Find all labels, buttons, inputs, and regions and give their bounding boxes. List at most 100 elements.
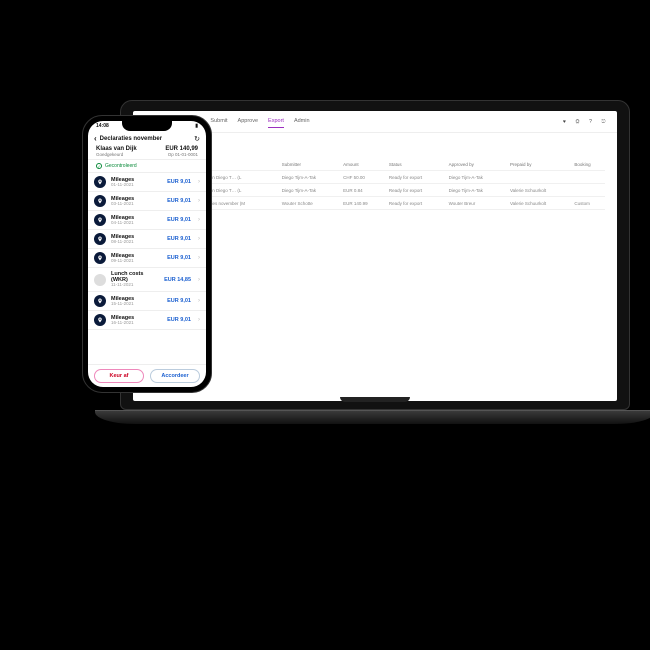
item-amount: EUR 9,01 xyxy=(167,298,191,304)
item-texts: Mileages 01-11-2021 xyxy=(111,177,162,188)
location-pin-icon xyxy=(94,214,106,226)
item-texts: Mileages 08-11-2021 xyxy=(111,234,162,245)
controlled-label: Gecontroleerd xyxy=(105,163,137,169)
col-status[interactable]: Status xyxy=(387,158,447,171)
col-approved[interactable]: Approved by xyxy=(447,158,508,171)
list-item[interactable]: Mileages 08-11-2021 EUR 9,01 › xyxy=(88,230,206,249)
col-prepaid[interactable]: Prepaid by xyxy=(508,158,572,171)
reject-button[interactable]: Keur af xyxy=(94,369,144,383)
phone-notch xyxy=(122,121,172,131)
item-date: 01-11-2021 xyxy=(111,183,162,188)
chevron-right-icon: › xyxy=(198,317,200,323)
total-date: Op 01-01-0001 xyxy=(165,152,198,157)
list-item[interactable]: Mileages 01-11-2021 EUR 9,01 › xyxy=(88,173,206,192)
cell-status: Ready for export xyxy=(387,197,447,210)
selection-summary: 0 selected Select all 3 xyxy=(145,214,605,219)
notification-icon[interactable]: ♥ xyxy=(561,118,568,125)
col-booking[interactable]: Booking xyxy=(572,158,605,171)
cell-approved: Diego Tijm-A-Tak xyxy=(447,184,508,197)
cell-submitter: Diego Tijm-A-Tak xyxy=(280,171,341,184)
item-texts: Lunch costs (WKR) 11-11-2021 xyxy=(111,271,159,288)
cell-prepaid: Valerie Schuurkolt xyxy=(508,197,572,210)
history-icon[interactable]: ↻ xyxy=(194,135,200,143)
item-amount: EUR 9,01 xyxy=(167,217,191,223)
tab-export[interactable]: Export xyxy=(268,115,284,128)
check-icon: ✓ xyxy=(96,163,102,169)
item-texts: Mileages 15-11-2021 xyxy=(111,296,162,307)
export-table: ID Title Submitter Amount Status Approve… xyxy=(145,158,605,210)
location-pin-icon xyxy=(94,233,106,245)
phone-page-title: Declaraties november xyxy=(100,136,191,142)
cell-amount: EUR 0.84 xyxy=(341,184,387,197)
phone-time: 14:08 xyxy=(96,123,109,129)
cell-submitter: Wouter Schotte xyxy=(280,197,341,210)
approval-status: Goedgekeurd xyxy=(96,152,137,157)
list-item[interactable]: Mileages 04-11-2021 EUR 9,01 › xyxy=(88,211,206,230)
item-amount: EUR 9,01 xyxy=(167,179,191,185)
chevron-right-icon: › xyxy=(198,179,200,185)
item-amount: EUR 9,01 xyxy=(167,255,191,261)
location-pin-icon xyxy=(94,314,106,326)
tab-submit[interactable]: Submit xyxy=(210,115,227,128)
item-amount: EUR 9,01 xyxy=(167,317,191,323)
item-texts: Mileages 03-11-2021 xyxy=(111,196,162,207)
location-pin-icon xyxy=(94,176,106,188)
cell-booking xyxy=(572,184,605,197)
table-row[interactable]: LR0202 Verhuizen Diego T… (L Diego Tijm-… xyxy=(145,184,605,197)
tab-admin[interactable]: Admin xyxy=(294,115,310,128)
location-pin-icon xyxy=(94,252,106,264)
settings-icon[interactable]: ⛭ xyxy=(574,118,581,125)
tab-approve[interactable]: Approve xyxy=(238,115,259,128)
list-item[interactable]: Mileages 15-11-2021 EUR 9,01 › xyxy=(88,292,206,311)
item-date: 04-11-2021 xyxy=(111,221,162,226)
item-texts: Mileages 16-11-2021 xyxy=(111,315,162,326)
cell-approved: Wouter Breur xyxy=(447,197,508,210)
chevron-right-icon: › xyxy=(198,255,200,261)
col-amount[interactable]: Amount xyxy=(341,158,387,171)
cell-status: Ready for export xyxy=(387,171,447,184)
item-date: 16-11-2021 xyxy=(111,321,162,326)
item-date: 08-11-2021 xyxy=(111,240,162,245)
item-amount: EUR 14,85 xyxy=(164,277,191,283)
laptop-base xyxy=(95,410,650,424)
cell-prepaid xyxy=(508,171,572,184)
cell-amount: EUR 140.99 xyxy=(341,197,387,210)
chevron-right-icon: › xyxy=(198,277,200,283)
list-item[interactable]: Mileages 09-11-2021 EUR 9,01 › xyxy=(88,249,206,268)
cell-booking xyxy=(572,171,605,184)
list-item[interactable]: Mileages 16-11-2021 EUR 9,01 › xyxy=(88,311,206,330)
table-header-row: ID Title Submitter Amount Status Approve… xyxy=(145,158,605,171)
item-date: 15-11-2021 xyxy=(111,302,162,307)
phone-screen: 14:08 ▮ ‹ Declaraties november ↻ Klaas v… xyxy=(88,121,206,387)
expense-list[interactable]: Mileages 01-11-2021 EUR 9,01 › Mileages … xyxy=(88,173,206,364)
table-row[interactable]: LR0207 Declaraties november (M Wouter Sc… xyxy=(145,197,605,210)
chevron-right-icon: › xyxy=(198,198,200,204)
item-date: 03-11-2021 xyxy=(111,202,162,207)
item-amount: EUR 9,01 xyxy=(167,198,191,204)
phone-footer: Keur af Accordeer xyxy=(88,364,206,387)
controlled-row: ✓ Gecontroleerd xyxy=(88,160,206,173)
item-date: 11-11-2021 xyxy=(111,283,159,288)
back-icon[interactable]: ‹ xyxy=(94,134,97,143)
item-amount: EUR 9,01 xyxy=(167,236,191,242)
cell-booking: Custom xyxy=(572,197,605,210)
cell-approved: Diego Tijm-A-Tak xyxy=(447,171,508,184)
location-pin-icon xyxy=(94,295,106,307)
phone-battery-icon: ▮ xyxy=(195,123,198,129)
accept-button[interactable]: Accordeer xyxy=(150,369,200,383)
cell-submitter: Diego Tijm-A-Tak xyxy=(280,184,341,197)
help-icon[interactable]: ? xyxy=(587,118,594,125)
phone-summary: Klaas van Dijk Goedgekeurd EUR 140,99 Op… xyxy=(88,146,206,160)
list-item[interactable]: Lunch costs (WKR) 11-11-2021 EUR 14,85 › xyxy=(88,268,206,292)
table-row[interactable]: LR0203 Verhuizen Diego T… (L Diego Tijm-… xyxy=(145,171,605,184)
header-icons: ♥ ⛭ ? ⎋ xyxy=(561,118,607,125)
location-pin-icon xyxy=(94,195,106,207)
cell-amount: CHF 50.00 xyxy=(341,171,387,184)
list-item[interactable]: Mileages 03-11-2021 EUR 9,01 › xyxy=(88,192,206,211)
col-submitter[interactable]: Submitter xyxy=(280,158,341,171)
support-icon[interactable]: ⎋ xyxy=(600,118,607,125)
phone-titlebar: ‹ Declaraties november ↻ xyxy=(88,131,206,146)
cell-status: Ready for export xyxy=(387,184,447,197)
item-texts: Mileages 04-11-2021 xyxy=(111,215,162,226)
phone-device: 14:08 ▮ ‹ Declaraties november ↻ Klaas v… xyxy=(82,115,212,393)
